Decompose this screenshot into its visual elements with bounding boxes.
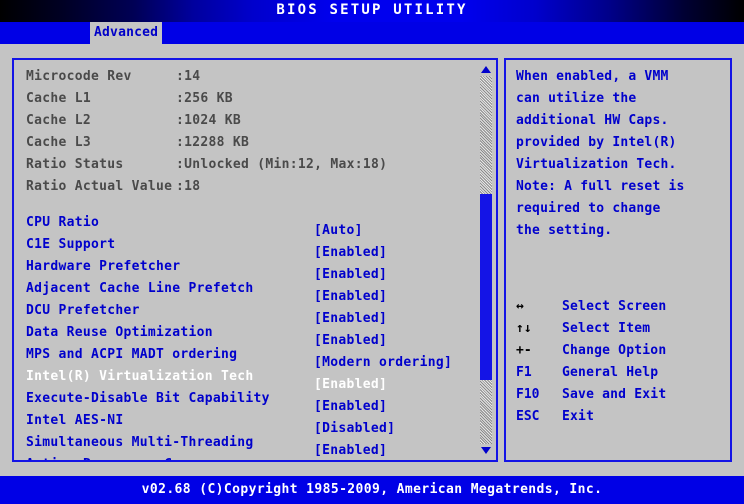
setting-row[interactable]: DCU Prefetcher[Enabled] bbox=[26, 300, 482, 326]
key-legend: ↔ Select Screen ↑↓ Select Item +- Change Opti… bbox=[516, 296, 726, 428]
info-row-value: :Unlocked (Min:12, Max:18) bbox=[176, 157, 388, 172]
bios-setup-screen: BIOS SETUP UTILITY Advanced Microcode Re… bbox=[0, 0, 744, 504]
setting-label: Execute-Disable Bit Capability bbox=[26, 391, 270, 406]
info-row: Ratio Actual Value:18 bbox=[26, 176, 482, 198]
legend-description: Save and Exit bbox=[562, 387, 667, 402]
triangle-up-icon[interactable] bbox=[481, 66, 491, 73]
legend-key: F1 bbox=[516, 365, 532, 380]
settings-scrollbar[interactable] bbox=[480, 64, 492, 456]
setting-row[interactable]: Simultaneous Multi-Threading[Enabled] bbox=[26, 432, 482, 458]
info-row: Cache L2 :1024 KB bbox=[26, 110, 482, 132]
info-row-label: Cache L3 bbox=[26, 135, 92, 150]
info-row-value: :12288 KB bbox=[176, 135, 250, 150]
settings-panel: Microcode Rev :14 Cache L1 :256 KB Cache L2:… bbox=[12, 58, 498, 462]
setting-label: Simultaneous Multi-Threading bbox=[26, 435, 254, 450]
legend-key: +- bbox=[516, 343, 532, 358]
triangle-down-icon[interactable] bbox=[481, 447, 491, 454]
help-line: Note: A full reset is bbox=[516, 179, 685, 194]
setting-row[interactable]: Hardware Prefetcher[Enabled] bbox=[26, 256, 482, 282]
help-line: When enabled, a VMM bbox=[516, 69, 669, 84]
setting-row[interactable]: C1E Support[Enabled] bbox=[26, 234, 482, 260]
help-line: the setting. bbox=[516, 223, 613, 238]
info-row-value: :14 bbox=[176, 69, 201, 84]
help-line: provided by Intel(R) bbox=[516, 135, 677, 150]
legend-row: F10 Save and Exit bbox=[516, 384, 726, 406]
copyright-text: v02.68 (C)Copyright 1985-2009, American … bbox=[141, 482, 603, 497]
menu-bar[interactable]: Advanced bbox=[0, 22, 744, 44]
help-panel: When enabled, a VMM can utilize the additi… bbox=[504, 58, 732, 462]
info-row-value: :1024 KB bbox=[176, 113, 242, 128]
info-row: Cache L1 :256 KB bbox=[26, 88, 482, 110]
setting-label: Data Reuse Optimization bbox=[26, 325, 213, 340]
legend-row: ↔ Select Screen bbox=[516, 296, 726, 318]
tab-advanced[interactable]: Advanced bbox=[90, 22, 163, 44]
legend-description: Exit bbox=[562, 409, 595, 424]
setting-row[interactable]: Execute-Disable Bit Capability[Enabled] bbox=[26, 388, 482, 414]
settings-list: Microcode Rev :14 Cache L1 :256 KB Cache L2:… bbox=[14, 60, 482, 460]
info-row-label: Ratio Status bbox=[26, 157, 124, 172]
help-line: Virtualization Tech. bbox=[516, 157, 677, 172]
setting-row[interactable]: Adjacent Cache Line Prefetch[Enabled] bbox=[26, 278, 482, 304]
scrollbar-track[interactable] bbox=[480, 76, 492, 444]
setting-label: Intel AES-NI bbox=[26, 413, 124, 428]
info-row: Ratio Status :Unlocked (Min:12, Max:18) bbox=[26, 154, 482, 176]
legend-key: ↑↓ bbox=[516, 321, 532, 336]
legend-row: F1 General Help bbox=[516, 362, 726, 384]
help-line: can utilize the bbox=[516, 91, 637, 106]
body-area: Microcode Rev :14 Cache L1 :256 KB Cache L2:… bbox=[0, 44, 744, 476]
setting-row-selected[interactable]: Intel(R) Virtualization Tech[Enabled] bbox=[26, 366, 482, 392]
setting-row[interactable]: Active Processor Cores[All] bbox=[26, 454, 482, 460]
info-row: Cache L3 :12288 KB bbox=[26, 132, 482, 154]
info-row: Microcode Rev :14 bbox=[26, 66, 482, 88]
setting-label: MPS and ACPI MADT ordering bbox=[26, 347, 238, 362]
setting-label: Hardware Prefetcher bbox=[26, 259, 181, 274]
legend-row: ESC Exit bbox=[516, 406, 726, 428]
legend-description: Select Item bbox=[562, 321, 651, 336]
legend-row: +- Change Option bbox=[516, 340, 726, 362]
setting-label: Active Processor Cores bbox=[26, 454, 314, 460]
legend-key: ↔ bbox=[516, 299, 524, 314]
legend-row: ↑↓ Select Item bbox=[516, 318, 726, 340]
scrollbar-thumb[interactable] bbox=[480, 194, 492, 380]
setting-row[interactable]: MPS and ACPI MADT ordering[Modern orderi… bbox=[26, 344, 482, 370]
title-bar: BIOS SETUP UTILITY bbox=[0, 0, 744, 22]
setting-row[interactable]: Intel AES-NI[Disabled] bbox=[26, 410, 482, 436]
info-row-value: :18 bbox=[176, 179, 201, 194]
page-title: BIOS SETUP UTILITY bbox=[276, 2, 468, 18]
footer-bar: v02.68 (C)Copyright 1985-2009, American … bbox=[0, 476, 744, 504]
setting-label: Intel(R) Virtualization Tech bbox=[26, 369, 254, 384]
info-row-value: :256 KB bbox=[176, 91, 233, 106]
info-row-label: Ratio Actual Value bbox=[26, 179, 173, 194]
legend-key: ESC bbox=[516, 409, 540, 424]
setting-label: C1E Support bbox=[26, 237, 116, 252]
info-row-label: Microcode Rev bbox=[26, 69, 132, 84]
legend-description: Select Screen bbox=[562, 299, 667, 314]
setting-label: DCU Prefetcher bbox=[26, 303, 140, 318]
legend-description: General Help bbox=[562, 365, 659, 380]
setting-label: CPU Ratio bbox=[26, 215, 100, 230]
setting-row[interactable]: Data Reuse Optimization[Enabled] bbox=[26, 322, 482, 348]
info-row-label: Cache L2 bbox=[26, 113, 92, 128]
help-line: additional HW Caps. bbox=[516, 113, 669, 128]
info-row-label: Cache L1 bbox=[26, 91, 92, 106]
help-line: required to change bbox=[516, 201, 661, 216]
legend-key: F10 bbox=[516, 387, 540, 402]
setting-row[interactable]: CPU Ratio[Auto] bbox=[26, 212, 482, 238]
legend-description: Change Option bbox=[562, 343, 667, 358]
setting-label: Adjacent Cache Line Prefetch bbox=[26, 281, 254, 296]
